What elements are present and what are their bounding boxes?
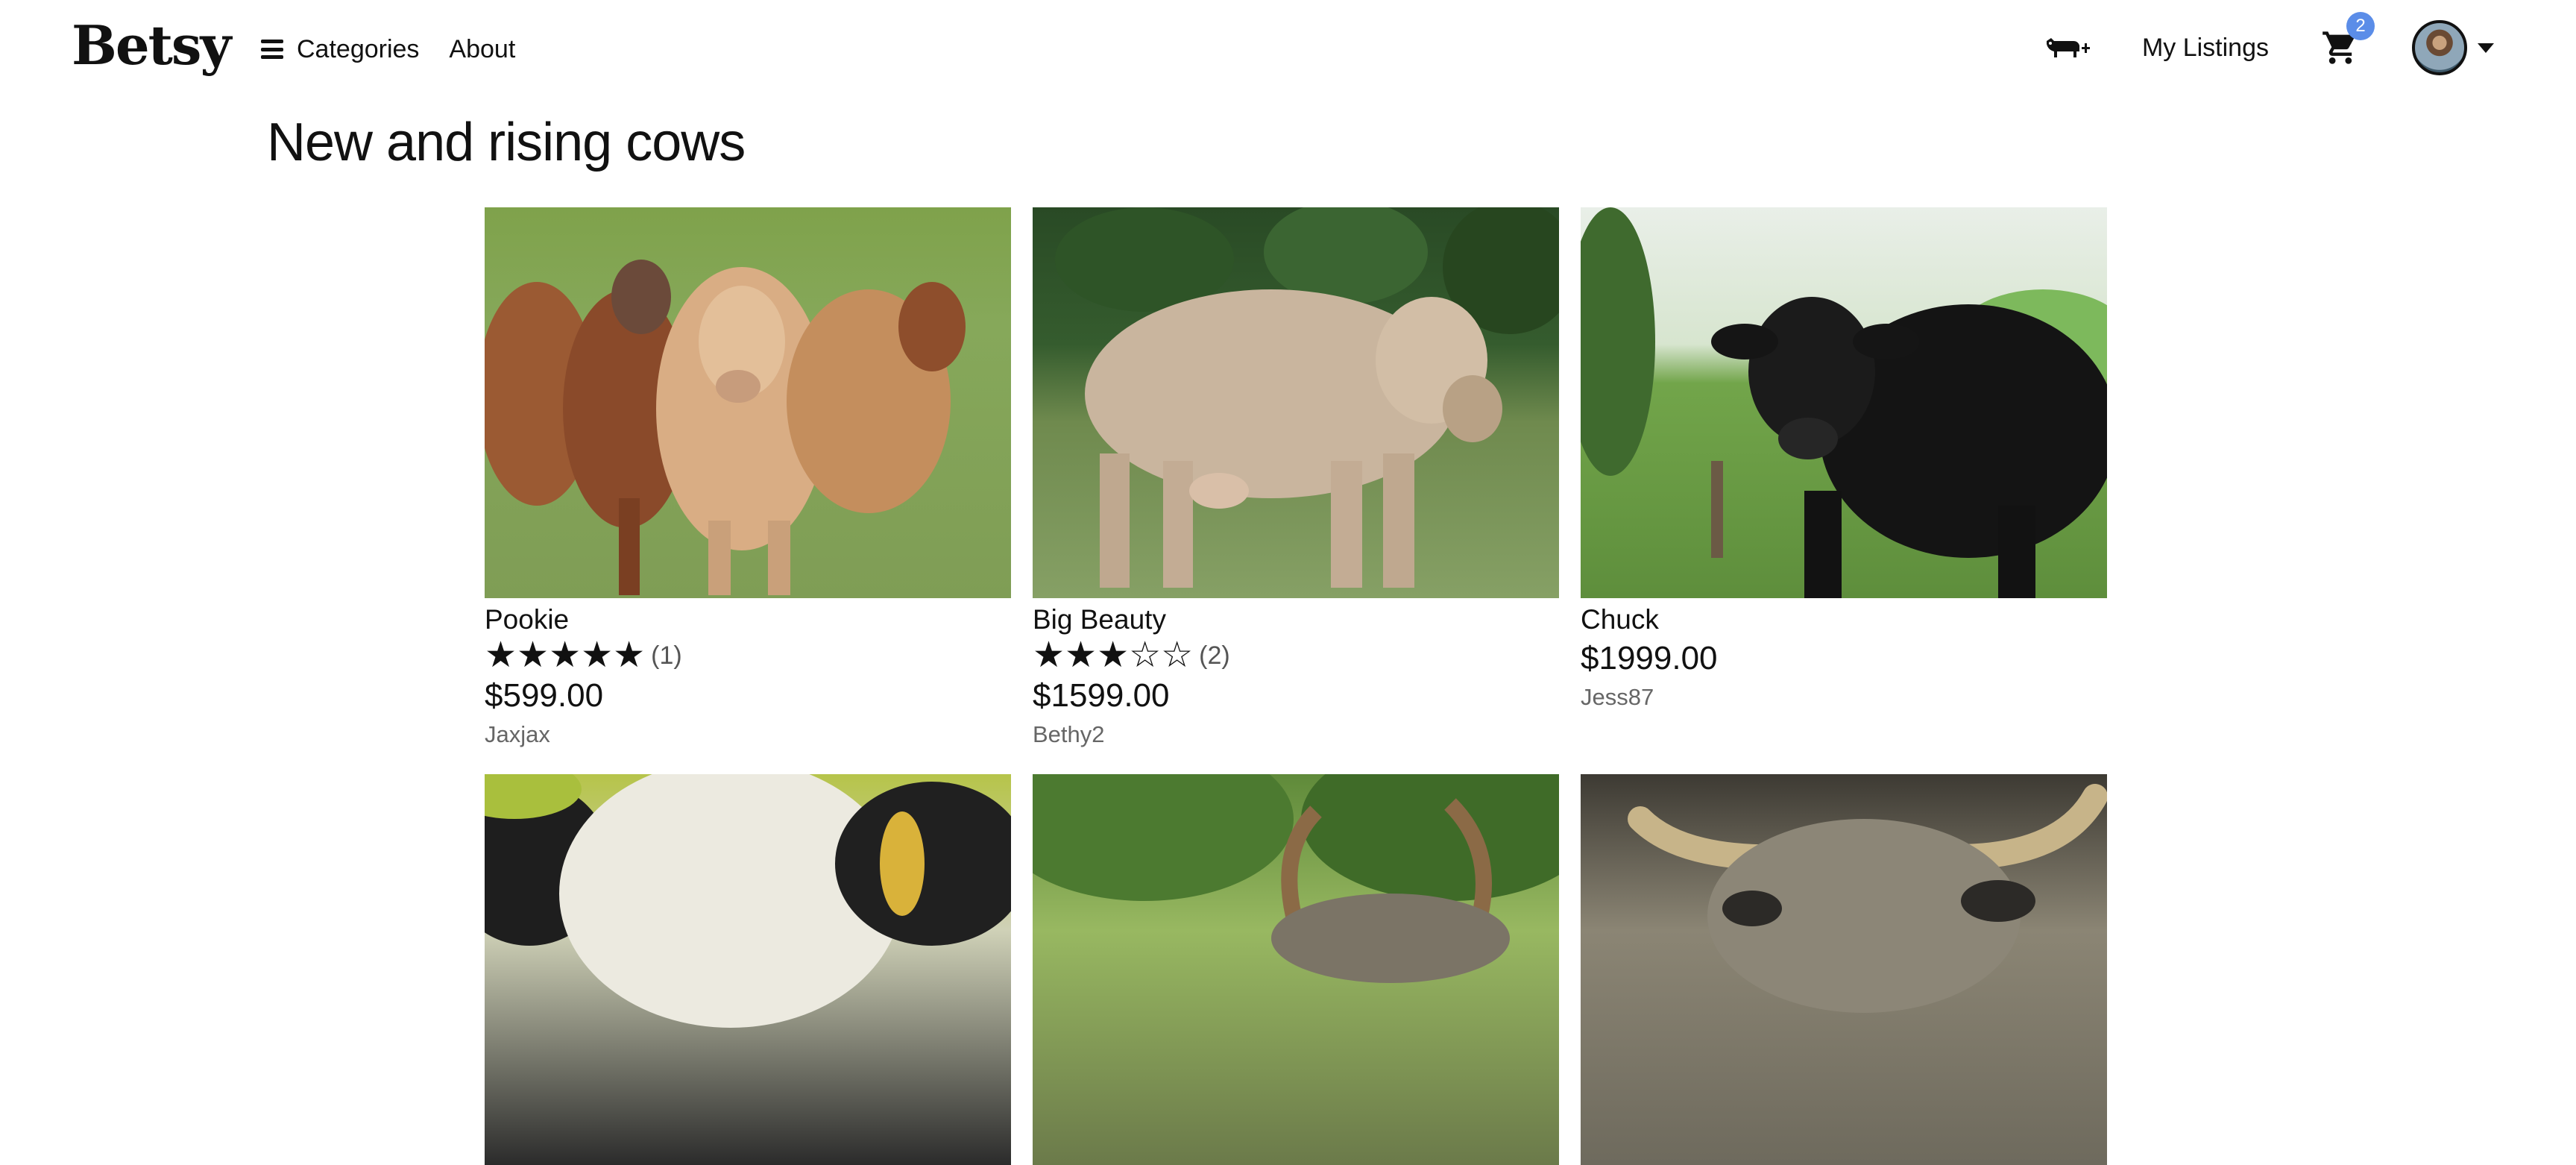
my-listings-label: My Listings — [2141, 33, 2269, 62]
about-link[interactable]: About — [449, 35, 515, 64]
caret-down-icon — [2478, 43, 2494, 53]
cart-count-badge: 2 — [2346, 12, 2375, 40]
listing-image[interactable] — [1033, 774, 1559, 1165]
profile-menu[interactable] — [2412, 20, 2494, 75]
listing-price: $1999.00 — [1581, 640, 1718, 676]
listing-card-big-beauty[interactable]: Big Beauty ★★★☆☆ (2) $1599.00 Bethy2 — [1033, 207, 1559, 752]
listing-card[interactable] — [1033, 774, 1559, 1165]
rating-stars: ★★★☆☆ (2) — [1033, 637, 1559, 674]
listing-image[interactable] — [485, 774, 1011, 1165]
cow-photo — [485, 774, 1011, 1028]
nav-right: My Listings 2 — [2044, 12, 2494, 78]
listing-card[interactable] — [485, 774, 1011, 1165]
listing-name: Big Beauty — [1033, 604, 1166, 635]
my-listings-link[interactable]: My Listings — [2142, 34, 2269, 63]
star-rating: ★★★★★ — [485, 635, 646, 675]
cow-photo — [485, 260, 966, 595]
listing-card[interactable] — [1581, 774, 2107, 1165]
rating-stars: ★★★★★ (1) — [485, 637, 1011, 674]
listing-price: $1599.00 — [1033, 677, 1170, 714]
listing-card-chuck[interactable]: Chuck $1999.00 Jess87 — [1581, 207, 2107, 715]
listing-seller[interactable]: Jess87 — [1581, 680, 2107, 715]
cart-button[interactable]: 2 — [2321, 12, 2375, 67]
nav-left: Categories About — [261, 28, 515, 70]
cow-photo — [1628, 784, 2107, 1013]
cow-photo — [1033, 774, 1559, 983]
review-count: (2) — [1199, 641, 1230, 670]
about-label: About — [449, 34, 516, 63]
listing-image[interactable] — [1581, 207, 2107, 598]
categories-label: Categories — [297, 34, 420, 63]
star-rating: ★★★☆☆ — [1033, 635, 1194, 675]
top-nav: Betsy Categories About My Listings 2 — [0, 0, 2576, 95]
listing-card-pookie[interactable]: Pookie ★★★★★ (1) $599.00 Jaxjax — [485, 207, 1011, 752]
review-count: (1) — [651, 641, 682, 670]
listing-image[interactable] — [1033, 207, 1559, 598]
listing-image[interactable] — [485, 207, 1011, 598]
cow-plus-icon — [2046, 38, 2090, 57]
add-cow-button[interactable] — [2044, 35, 2090, 60]
listing-seller[interactable]: Bethy2 — [1033, 717, 1559, 752]
listing-image[interactable] — [1581, 774, 2107, 1165]
cow-photo — [1581, 207, 2107, 598]
avatar — [2412, 20, 2467, 75]
listing-seller[interactable]: Jaxjax — [485, 717, 1011, 752]
listing-price: $599.00 — [485, 677, 604, 714]
categories-menu[interactable]: Categories — [261, 35, 419, 64]
listing-name: Pookie — [485, 604, 570, 635]
betsy-logo[interactable]: Betsy — [72, 13, 231, 77]
hamburger-icon — [261, 40, 283, 59]
listing-name: Chuck — [1581, 604, 1659, 635]
page-title: New and rising cows — [267, 113, 746, 172]
cow-photo — [1055, 207, 1559, 588]
